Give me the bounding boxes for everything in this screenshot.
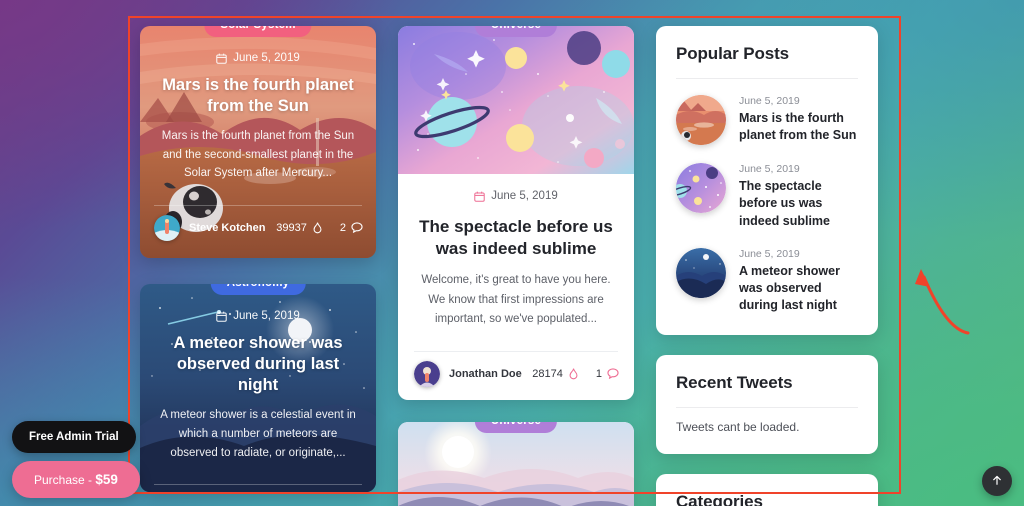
post-card-mars[interactable]: Solar System June 5, 2019 Mars is the fo… [140,26,376,258]
content-columns: Solar System June 5, 2019 Mars is the fo… [140,26,892,506]
post-author: Jonathan Doe [449,368,522,381]
page-root: Solar System June 5, 2019 Mars is the fo… [0,0,1024,506]
post-date: June 5, 2019 [491,190,558,202]
column-middle: Universe June 5, 2019 The spectacle befo… [398,26,634,506]
popular-post-text: June 5, 2019 The spectacle before us was… [739,163,858,230]
comments-count: 2 [339,222,346,235]
avatar[interactable] [414,361,440,388]
post-excerpt: Mars is the fourth planet from the Sun a… [161,130,355,180]
widget-popular-posts: Popular Posts June 5, 2019 Mars is the f… [656,26,878,335]
popular-post-date: June 5, 2019 [739,95,800,107]
universe-thumb[interactable] [676,163,726,213]
avatar[interactable] [154,215,180,242]
widget-title: Recent Tweets [676,373,858,408]
post-body: June 5, 2019 Mars is the fourth planet f… [140,26,376,205]
popular-post-item[interactable]: June 5, 2019 A meteor shower was observe… [676,247,858,315]
universe-illustration [398,26,634,174]
post-title[interactable]: Mars is the fourth planet from the Sun [156,75,360,117]
mountain-illustration [398,422,634,506]
post-card-mountains[interactable]: Universe [398,422,634,506]
post-card-spectacle[interactable]: Universe June 5, 2019 The spectacle befo… [398,26,634,401]
column-left: Solar System June 5, 2019 Mars is the fo… [140,26,376,506]
category-badge[interactable]: Universe [474,422,558,434]
post-title[interactable]: A meteor shower was observed during last… [156,333,360,396]
popular-post-title[interactable]: A meteor shower was observed during last… [739,263,858,315]
column-sidebar: Popular Posts June 5, 2019 Mars is the f… [656,26,878,506]
post-stats: 39937 2 [276,222,363,235]
post-date-row: June 5, 2019 [156,310,360,322]
category-badge[interactable]: Astronomy [210,284,306,295]
comment-icon [607,368,619,380]
category-badge[interactable]: Solar System [204,26,312,37]
pointer-arrow [915,269,970,335]
post-date-row: June 5, 2019 [416,190,616,202]
purchase-button[interactable]: Purchase - $59 [12,461,140,498]
post-footer: Steve Kotchen 39937 2 [154,205,363,253]
views-count: 39937 [276,222,307,235]
popular-post-title[interactable]: Mars is the fourth planet from the Sun [739,110,858,145]
floating-cta-group: Free Admin Trial Purchase - $59 [12,421,140,498]
popular-post-text: June 5, 2019 Mars is the fourth planet f… [739,95,858,145]
widget-recent-tweets: Recent Tweets Tweets cant be loaded. [656,354,878,454]
comment-icon [351,222,363,234]
calendar-icon [474,191,485,202]
widget-title: Popular Posts [676,44,858,79]
calendar-icon [216,311,227,322]
post-date-row: June 5, 2019 [156,52,360,64]
mars-thumb[interactable] [676,95,726,145]
comments-count: 1 [595,368,602,381]
widget-title: Categories [676,491,763,506]
free-admin-trial-button[interactable]: Free Admin Trial [12,421,136,453]
purchase-price: $59 [95,472,118,487]
post-excerpt: Welcome, it's great to have you here. We… [421,274,611,325]
post-excerpt: A meteor shower is a celestial event in … [160,409,356,459]
fire-icon [568,368,579,380]
popular-post-date: June 5, 2019 [739,247,800,260]
post-title[interactable]: The spectacle before us was indeed subli… [416,216,616,260]
post-date: June 5, 2019 [233,52,300,64]
popular-post-date: June 5, 2019 [739,163,800,175]
post-body: June 5, 2019 A meteor shower was observe… [140,284,376,484]
meteor-thumb[interactable] [676,247,726,298]
popular-post-item[interactable]: June 5, 2019 Mars is the fourth planet f… [676,95,858,145]
arrow-up-icon [991,474,1003,489]
calendar-icon [216,53,227,64]
tweets-empty-message: Tweets cant be loaded. [676,419,800,434]
popular-post-text: June 5, 2019 A meteor shower was observe… [739,248,858,315]
category-badge[interactable]: Universe [474,26,558,37]
scroll-to-top-button[interactable] [982,466,1012,496]
popular-post-title[interactable]: The spectacle before us was indeed subli… [739,178,858,230]
popular-post-item[interactable]: June 5, 2019 The spectacle before us was… [676,163,858,230]
post-stats: 28174 1 [532,368,619,381]
purchase-label: Purchase - [34,473,96,487]
post-footer: Steve Kotchen 27847 0 [154,484,362,492]
post-body: June 5, 2019 The spectacle before us was… [398,174,634,351]
views-count: 28174 [532,368,563,381]
fire-icon [312,222,323,234]
post-date: June 5, 2019 [233,310,300,322]
widget-categories: Categories [656,473,878,506]
post-footer: Jonathan Doe 28174 1 [414,351,619,400]
post-author: Steve Kotchen [189,222,266,235]
post-card-meteor[interactable]: Astronomy June 5, 2019 A meteor shower w… [140,284,376,492]
